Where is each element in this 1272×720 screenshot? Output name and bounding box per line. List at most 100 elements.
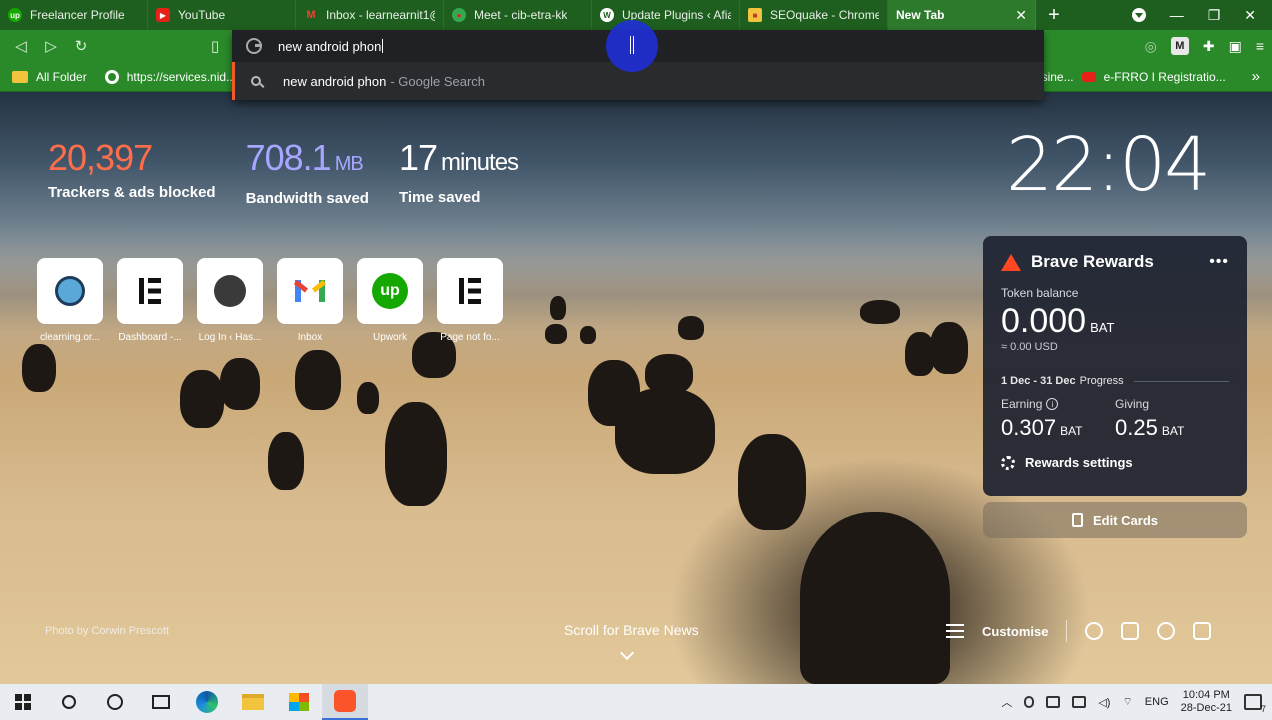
taskbar-clock[interactable]: 10:04 PM 28-Dec-21 bbox=[1181, 689, 1232, 715]
stat-bandwidth: 708.1 MB Bandwidth saved bbox=[246, 138, 369, 208]
token-balance-label: Token balance bbox=[1001, 286, 1079, 300]
edge-icon bbox=[196, 691, 218, 713]
store-button[interactable] bbox=[276, 684, 322, 720]
bookmark-services-link[interactable]: https://services.nid... bbox=[104, 69, 236, 84]
tab-new-tab[interactable]: New Tab ✕ bbox=[888, 0, 1036, 30]
yak-figure bbox=[860, 300, 900, 324]
address-input[interactable]: new android phon bbox=[278, 39, 381, 54]
tab-gmail-inbox[interactable]: M Inbox - learnearnit1@g bbox=[296, 0, 444, 30]
show-hidden-icons-chevron-icon[interactable]: ︿ bbox=[1001, 694, 1012, 710]
bookmarks-icon[interactable] bbox=[1121, 622, 1140, 640]
top-site-tile[interactable]: up Upwork bbox=[357, 258, 423, 343]
tile-icon-box bbox=[37, 258, 103, 324]
brave-shields-icon[interactable]: ◎ bbox=[1145, 38, 1157, 55]
top-site-tile[interactable]: Log In ‹ Has... bbox=[197, 258, 263, 343]
bandwidth-number: 708.1 bbox=[245, 137, 332, 178]
back-icon[interactable]: ◁ bbox=[6, 37, 36, 55]
brave-taskbar-button[interactable] bbox=[322, 684, 368, 720]
bookmark-all-folder[interactable]: All Folder bbox=[12, 70, 87, 84]
edge-button[interactable] bbox=[184, 684, 230, 720]
meet-favicon-icon: ● bbox=[452, 8, 466, 22]
more-options-icon[interactable]: ••• bbox=[1209, 253, 1229, 271]
progress-divider bbox=[1133, 380, 1229, 382]
time-caption: Time saved bbox=[398, 189, 481, 206]
settings-gear-icon[interactable] bbox=[1085, 622, 1104, 640]
folder-icon bbox=[12, 70, 28, 83]
extension-m-icon[interactable]: M bbox=[1170, 37, 1189, 55]
bandwidth-value: 708.1 MB bbox=[246, 138, 369, 184]
file-explorer-button[interactable] bbox=[230, 684, 276, 720]
close-tab-icon[interactable]: ✕ bbox=[1015, 7, 1027, 24]
yak-figure bbox=[678, 316, 704, 340]
taskbar-search-button[interactable] bbox=[46, 684, 92, 720]
language-indicator[interactable]: ENG bbox=[1145, 696, 1169, 708]
earning-value: 0.307 bbox=[1001, 415, 1057, 440]
history-icon[interactable] bbox=[1157, 622, 1176, 640]
tab-freelancer-profile[interactable]: up Freelancer Profile bbox=[0, 0, 148, 30]
yak-figure bbox=[268, 432, 304, 490]
notifications-icon[interactable]: 7 bbox=[1244, 694, 1266, 714]
edit-cards-button[interactable]: Edit Cards bbox=[983, 502, 1247, 538]
photo-credit-prefix: Photo by bbox=[45, 625, 89, 637]
earning-column: Earning i 0.307 BAT bbox=[1001, 397, 1115, 441]
minimize-icon[interactable]: — bbox=[1170, 7, 1184, 23]
rewards-settings-label: Rewards settings bbox=[1025, 455, 1133, 470]
youtube-icon bbox=[1081, 71, 1096, 82]
search-icon bbox=[62, 695, 76, 709]
network-icon[interactable] bbox=[1046, 696, 1061, 708]
extensions-puzzle-icon[interactable]: ✚ bbox=[1203, 38, 1215, 55]
brave-icon bbox=[334, 690, 356, 712]
bookmarks-overflow-button[interactable]: » bbox=[1252, 68, 1260, 85]
tab-seoquake[interactable]: ■ SEOquake - Chrome W bbox=[740, 0, 888, 30]
top-site-tile[interactable]: Inbox bbox=[277, 258, 343, 343]
microphone-icon[interactable] bbox=[1024, 696, 1035, 708]
restore-icon[interactable]: ❐ bbox=[1208, 7, 1221, 24]
customise-sliders-icon[interactable] bbox=[946, 624, 964, 638]
top-site-tile[interactable]: Page not fo... bbox=[437, 258, 503, 343]
forward-icon[interactable]: ▷ bbox=[36, 37, 66, 55]
tile-label: Inbox bbox=[297, 332, 323, 343]
suggestion-text: new android phon bbox=[283, 73, 387, 89]
upwork-icon: up bbox=[372, 273, 408, 309]
wallet-icon[interactable]: ▣ bbox=[1229, 38, 1242, 55]
info-icon[interactable]: i bbox=[1046, 398, 1059, 410]
yak-figure bbox=[580, 326, 596, 344]
volume-icon[interactable]: ◁) bbox=[1098, 696, 1110, 709]
giving-column: Giving 0.25 BAT bbox=[1115, 397, 1229, 441]
customise-button[interactable]: Customise bbox=[982, 624, 1048, 639]
close-window-icon[interactable]: ✕ bbox=[1244, 7, 1256, 24]
time-value: 17 minutes bbox=[399, 138, 519, 183]
yak-figure bbox=[220, 358, 260, 410]
tile-icon-box bbox=[437, 258, 503, 324]
ibeam-cursor-icon bbox=[630, 36, 634, 54]
earning-amount: 0.307 BAT bbox=[1001, 415, 1115, 441]
start-button[interactable] bbox=[0, 684, 46, 720]
elementor-icon bbox=[139, 278, 161, 304]
tile-label: Dashboard -... bbox=[118, 332, 182, 343]
wifi-icon[interactable]: ⌔ bbox=[1122, 695, 1132, 709]
menu-icon[interactable]: ≡ bbox=[1256, 38, 1264, 54]
upwork-favicon-icon: up bbox=[8, 8, 22, 22]
top-site-tile[interactable]: clearning.or... bbox=[37, 258, 103, 343]
tab-search-icon[interactable] bbox=[1131, 8, 1146, 22]
tab-label: SEOquake - Chrome W bbox=[770, 8, 879, 22]
store-icon bbox=[289, 693, 309, 711]
scroll-for-news-button[interactable]: Scroll for Brave News bbox=[564, 622, 699, 638]
new-tab-button[interactable]: + bbox=[1036, 4, 1072, 27]
battery-icon[interactable] bbox=[1072, 696, 1087, 708]
photo-credit-author[interactable]: Corwin Prescott bbox=[91, 625, 169, 637]
token-balance: 0.000 BAT bbox=[1001, 302, 1229, 341]
cortana-button[interactable] bbox=[92, 684, 138, 720]
earning-giving-row: Earning i 0.307 BAT Giving 0.25 BAT bbox=[1001, 397, 1229, 441]
task-view-button[interactable] bbox=[138, 684, 184, 720]
tab-youtube[interactable]: ▶ YouTube bbox=[148, 0, 296, 30]
bookmark-efrro-link[interactable]: e-FRRO I Registratio... bbox=[1104, 70, 1226, 84]
brave-stats: 20,397 Trackers & ads blocked 708.1 MB Ba… bbox=[48, 138, 519, 208]
bookmark-page-icon[interactable]: ▯ bbox=[200, 37, 230, 55]
tab-google-meet[interactable]: ● Meet - cib-etra-kk bbox=[444, 0, 592, 30]
top-site-tile[interactable]: Dashboard -... bbox=[117, 258, 183, 343]
rewards-settings-button[interactable]: Rewards settings bbox=[1001, 455, 1229, 470]
reload-icon[interactable]: ↻ bbox=[66, 37, 96, 55]
windows-logo-icon bbox=[15, 694, 31, 710]
brave-talk-video-icon[interactable] bbox=[1193, 622, 1212, 640]
